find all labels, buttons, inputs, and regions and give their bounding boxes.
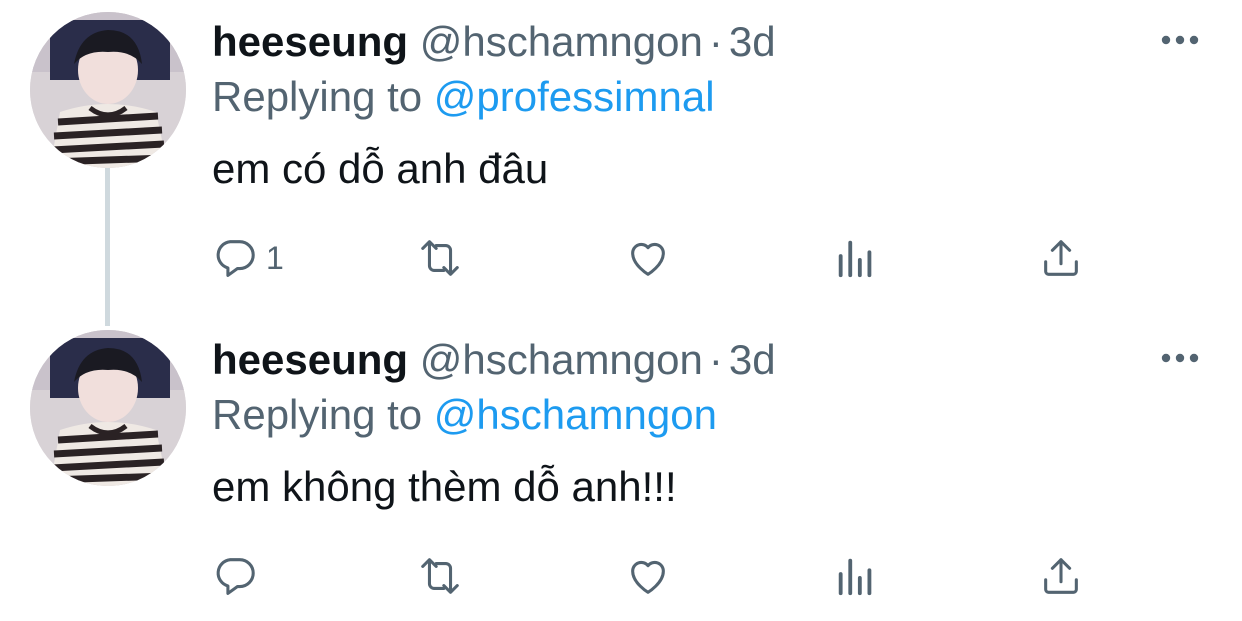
replying-to-link[interactable]: @hschamngon xyxy=(434,391,717,438)
display-name[interactable]: heeseung xyxy=(212,18,408,65)
retweet-icon xyxy=(412,553,468,599)
share-icon xyxy=(1038,553,1084,599)
display-name[interactable]: heeseung xyxy=(212,336,408,383)
share-button[interactable] xyxy=(1038,548,1084,604)
reply-button[interactable]: 1 xyxy=(212,230,284,286)
retweet-button[interactable] xyxy=(412,548,468,604)
separator: · xyxy=(708,18,723,65)
more-icon[interactable] xyxy=(1158,30,1202,50)
tweet-header: heeseung @hschamngon · 3d xyxy=(212,336,776,384)
retweet-button[interactable] xyxy=(412,230,468,286)
tweet-header: heeseung @hschamngon · 3d xyxy=(212,18,776,66)
tweet-text: em có dỗ anh đâu xyxy=(212,145,549,192)
tweet-actions: 1 xyxy=(212,230,1112,286)
share-icon xyxy=(1038,235,1084,281)
timestamp[interactable]: 3d xyxy=(729,336,776,383)
tweet-actions xyxy=(212,548,1112,604)
replying-to-line: Replying to @professimnal xyxy=(212,73,715,121)
views-button[interactable] xyxy=(834,548,878,604)
views-icon xyxy=(834,235,878,281)
replying-to-link[interactable]: @professimnal xyxy=(434,73,715,120)
reply-button[interactable] xyxy=(212,548,266,604)
avatar[interactable] xyxy=(30,12,186,168)
replying-to-line: Replying to @hschamngon xyxy=(212,391,717,439)
reply-icon xyxy=(212,553,258,599)
tweet-text: em không thèm dỗ anh!!! xyxy=(212,463,677,510)
like-button[interactable] xyxy=(624,548,672,604)
replying-to-label: Replying to xyxy=(212,73,423,120)
timestamp[interactable]: 3d xyxy=(729,18,776,65)
heart-icon xyxy=(624,235,672,281)
username-handle[interactable]: @hschamngon xyxy=(420,336,703,383)
heart-icon xyxy=(624,553,672,599)
username-handle[interactable]: @hschamngon xyxy=(420,18,703,65)
views-button[interactable] xyxy=(834,230,878,286)
separator: · xyxy=(708,336,723,383)
avatar[interactable] xyxy=(30,330,186,486)
reply-icon xyxy=(212,235,258,281)
like-button[interactable] xyxy=(624,230,672,286)
retweet-icon xyxy=(412,235,468,281)
reply-count: 1 xyxy=(266,240,284,276)
share-button[interactable] xyxy=(1038,230,1084,286)
more-icon[interactable] xyxy=(1158,348,1202,368)
thread-connector-line xyxy=(105,168,110,326)
views-icon xyxy=(834,553,878,599)
replying-to-label: Replying to xyxy=(212,391,423,438)
